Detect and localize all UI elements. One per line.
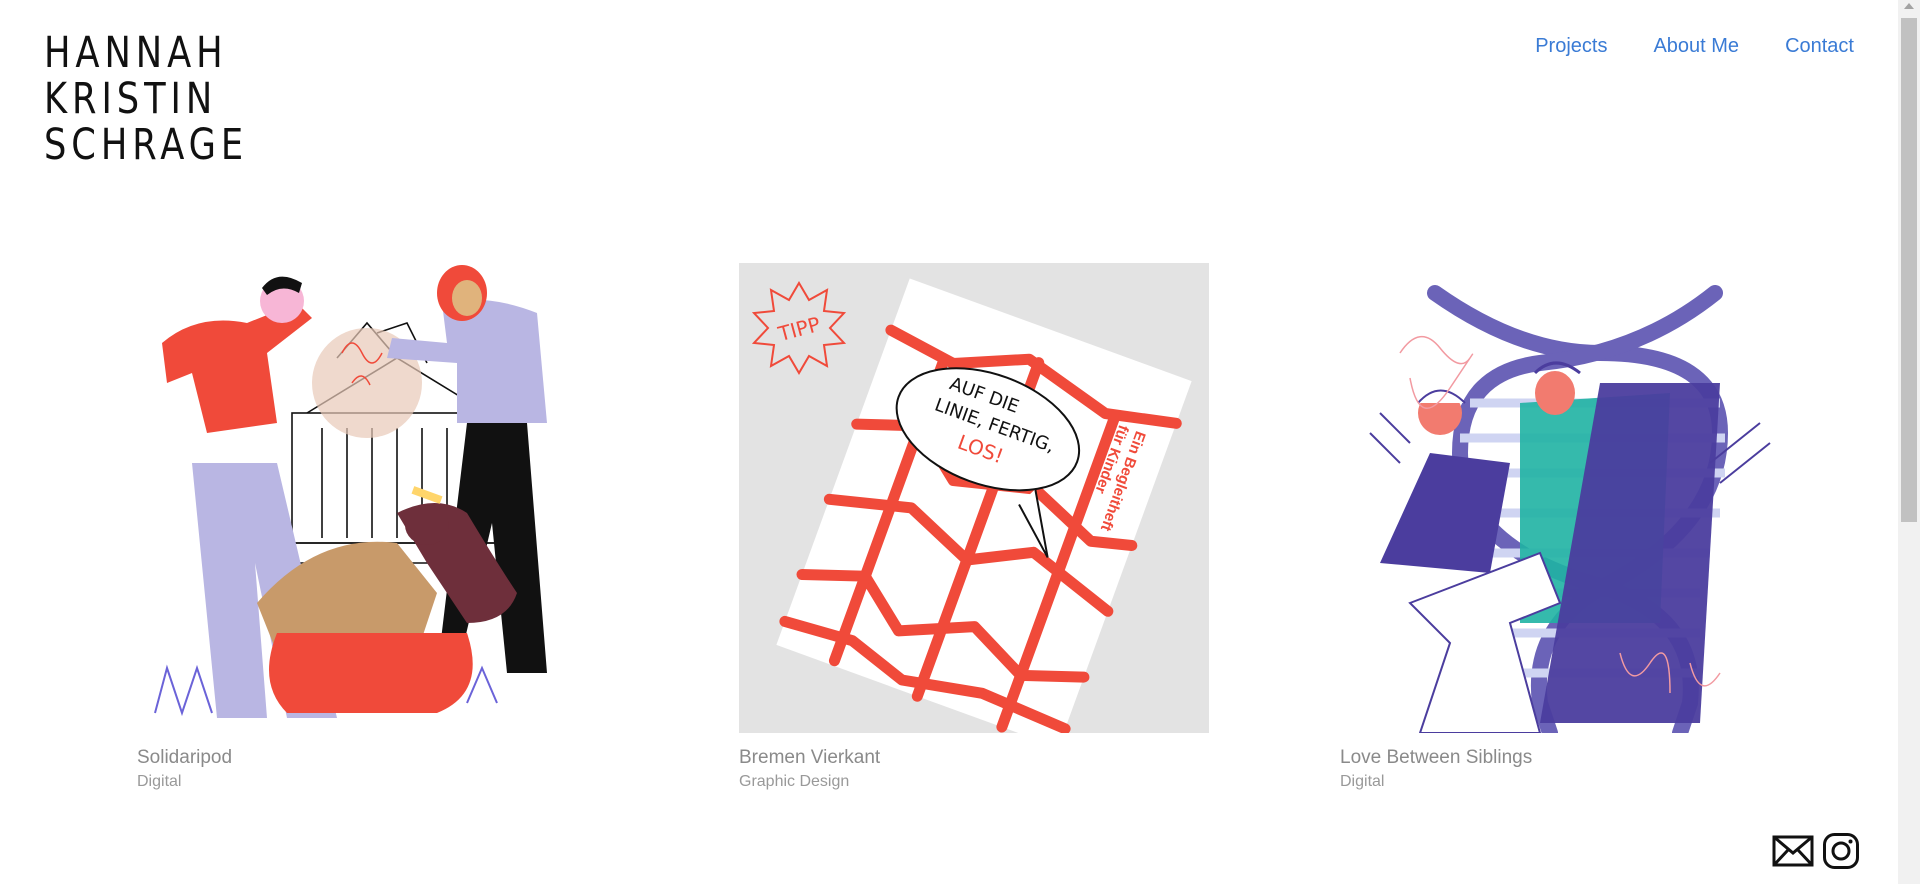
project-title[interactable]: Love Between Siblings (1340, 747, 1810, 769)
love-between-siblings-illustration (1340, 263, 1810, 733)
nav-about-me[interactable]: About Me (1653, 35, 1739, 58)
social-links (1772, 832, 1860, 870)
logo-line-first: HANNAH (44, 28, 228, 78)
project-category: Digital (137, 773, 182, 790)
project-thumbnail-bremen-vierkant[interactable]: TIPP AUF DIE LINIE, FERTIG, LOS! Ein Beg… (739, 263, 1209, 733)
bremen-vierkant-illustration: TIPP AUF DIE LINIE, FERTIG, LOS! Ein Beg… (739, 263, 1209, 733)
project-card-solidaripod[interactable]: Solidaripod Digital (137, 263, 607, 791)
nav-contact[interactable]: Contact (1785, 35, 1854, 58)
project-card-love-between-siblings[interactable]: Love Between Siblings Digital (1340, 263, 1810, 791)
project-thumbnail-solidaripod[interactable] (137, 263, 607, 733)
page: HANNAH KRISTIN SCHRAGE Projects About Me… (0, 0, 1898, 884)
logo-line-last: SCHRAGE (44, 120, 249, 170)
project-thumbnail-love-between-siblings[interactable] (1340, 263, 1810, 733)
main-nav: Projects About Me Contact (1535, 35, 1854, 58)
nav-projects[interactable]: Projects (1535, 35, 1607, 58)
solidaripod-illustration (137, 263, 607, 733)
scroll-up-icon[interactable] (1904, 3, 1914, 9)
project-title[interactable]: Solidaripod (137, 747, 607, 769)
project-category: Digital (1340, 773, 1385, 790)
instagram-icon[interactable] (1822, 832, 1860, 870)
project-card-bremen-vierkant[interactable]: TIPP AUF DIE LINIE, FERTIG, LOS! Ein Beg… (739, 263, 1209, 791)
page-scrollbar[interactable] (1898, 0, 1920, 884)
site-logo[interactable]: HANNAH KRISTIN SCHRAGE (44, 30, 254, 168)
project-category: Graphic Design (739, 773, 850, 790)
project-title[interactable]: Bremen Vierkant (739, 747, 1209, 769)
scrollbar-thumb[interactable] (1901, 18, 1917, 522)
logo-line-middle: KRISTIN (44, 74, 218, 124)
mail-icon[interactable] (1772, 834, 1814, 868)
